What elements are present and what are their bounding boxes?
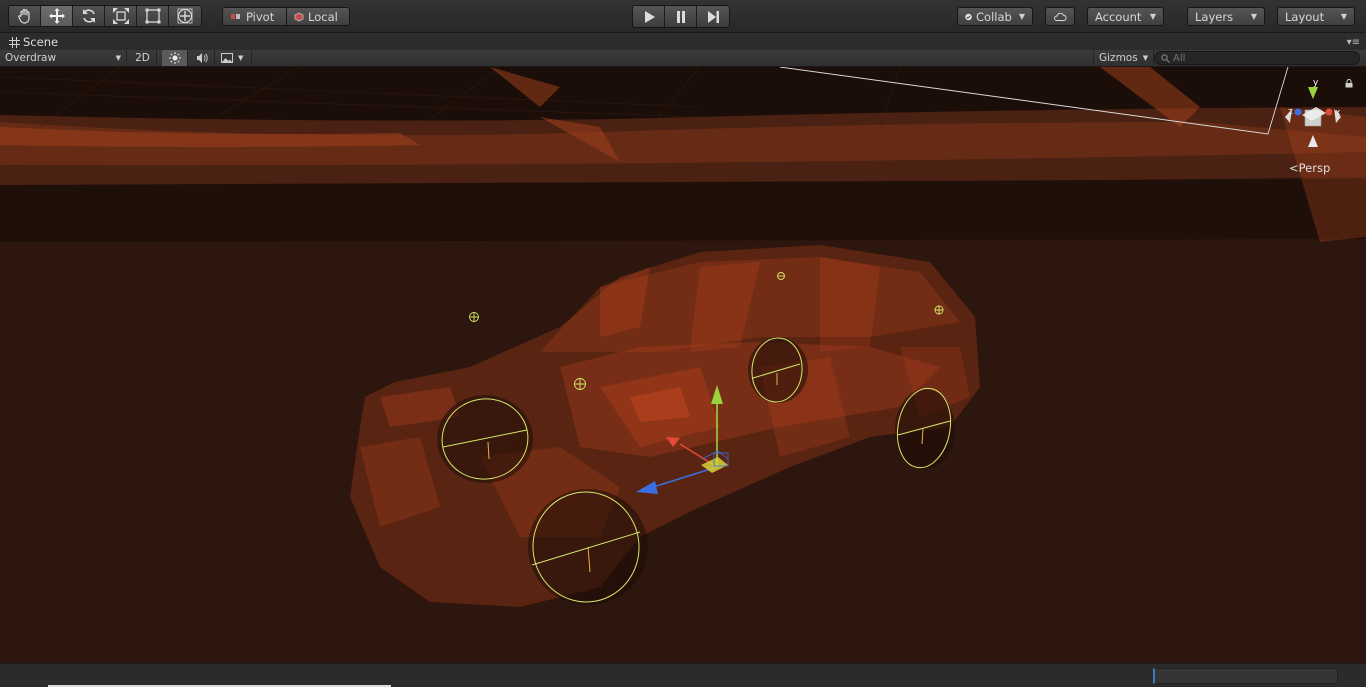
move-icon — [48, 8, 65, 24]
sun-icon — [168, 52, 181, 64]
scene-tab-label: Scene — [23, 35, 59, 49]
pivot-icon — [231, 13, 240, 19]
chevron-down-icon: ▼ — [115, 54, 121, 62]
rect-icon — [145, 8, 160, 24]
search-icon — [1161, 53, 1170, 63]
progress-bar — [1153, 668, 1338, 684]
pivot-label: Pivot — [246, 9, 275, 24]
local-label: Local — [308, 9, 338, 24]
draw-mode-label: Overdraw — [5, 52, 57, 64]
pivot-toggle[interactable]: Pivot — [222, 7, 287, 26]
hand-tool-button[interactable] — [9, 6, 41, 26]
collab-dropdown[interactable]: Collab ▼ — [957, 7, 1033, 26]
lock-icon[interactable] — [1345, 79, 1353, 88]
chevron-down-icon: ▼ — [1250, 12, 1257, 21]
chevron-down-icon: ▼ — [1340, 12, 1347, 21]
layers-label: Layers — [1195, 9, 1234, 24]
chevron-down-icon: ▼ — [1149, 12, 1156, 21]
2d-label: 2D — [135, 52, 150, 64]
step-icon — [708, 10, 719, 23]
tab-menu-icon[interactable]: ▾≡ — [1347, 37, 1360, 48]
audio-toggle[interactable] — [189, 50, 215, 66]
playback-controls — [632, 5, 730, 28]
account-dropdown[interactable]: Account ▼ — [1087, 7, 1164, 26]
scene-viewport[interactable]: y z x <Persp — [0, 67, 1366, 663]
svg-text:y: y — [1313, 78, 1319, 88]
cloud-icon — [1054, 12, 1067, 21]
tab-scene[interactable]: Scene — [4, 34, 63, 50]
image-icon — [221, 53, 233, 63]
rect-tool-button[interactable] — [137, 6, 169, 26]
scale-icon — [112, 8, 129, 24]
gizmos-dropdown[interactable]: Gizmos ▼ — [1093, 50, 1155, 66]
layout-dropdown[interactable]: Layout ▼ — [1277, 7, 1355, 26]
hand-icon — [17, 8, 30, 24]
transform-icon — [177, 8, 193, 24]
projection-toggle[interactable]: <Persp — [1289, 161, 1330, 175]
chevron-left-icon: < — [1289, 161, 1299, 175]
speaker-icon — [196, 53, 208, 63]
layout-label: Layout — [1285, 9, 1325, 24]
gizmos-label: Gizmos — [1099, 52, 1138, 64]
chevron-down-icon: ▼ — [238, 54, 244, 62]
scene-toolbar: Overdraw ▼ 2D ▼ Gizmos ▼ — [0, 50, 1366, 67]
local-icon — [294, 12, 304, 21]
lighting-toggle[interactable] — [162, 50, 188, 66]
scale-tool-button[interactable] — [105, 6, 137, 26]
play-button[interactable] — [633, 6, 665, 27]
main-toolbar: Pivot Local Collab ▼ Account ▼ Layers ▼ … — [0, 0, 1366, 33]
status-bar — [0, 663, 1366, 687]
search-input[interactable] — [1173, 52, 1353, 64]
play-icon — [644, 10, 655, 23]
account-label: Account — [1095, 9, 1142, 24]
rotate-tool-button[interactable] — [73, 6, 105, 26]
draw-mode-dropdown[interactable]: Overdraw ▼ — [0, 50, 127, 66]
projection-label: Persp — [1298, 161, 1331, 175]
step-button[interactable] — [697, 6, 729, 27]
scene-render — [0, 67, 1366, 663]
layers-dropdown[interactable]: Layers ▼ — [1187, 7, 1265, 26]
cloud-button[interactable] — [1045, 7, 1075, 26]
scene-tab-bar: Scene ▾≡ — [0, 33, 1366, 50]
chevron-down-icon: ▼ — [1142, 54, 1149, 62]
collab-label: Collab — [976, 9, 1012, 24]
local-toggle[interactable]: Local — [286, 7, 350, 26]
checkmark-icon — [965, 13, 972, 20]
effects-dropdown[interactable]: ▼ — [216, 50, 252, 66]
pause-icon — [676, 10, 685, 23]
transform-tools — [8, 5, 202, 27]
rotate-icon — [82, 9, 95, 23]
2d-toggle[interactable]: 2D — [129, 50, 157, 66]
grid-icon — [9, 36, 20, 48]
transform-tool-button[interactable] — [169, 6, 201, 26]
move-tool-button[interactable] — [41, 6, 73, 26]
hierarchy-search — [1154, 51, 1360, 65]
orientation-gizmo[interactable]: y z x — [1282, 75, 1352, 149]
chevron-down-icon: ▼ — [1018, 12, 1025, 21]
pause-button[interactable] — [665, 6, 697, 27]
